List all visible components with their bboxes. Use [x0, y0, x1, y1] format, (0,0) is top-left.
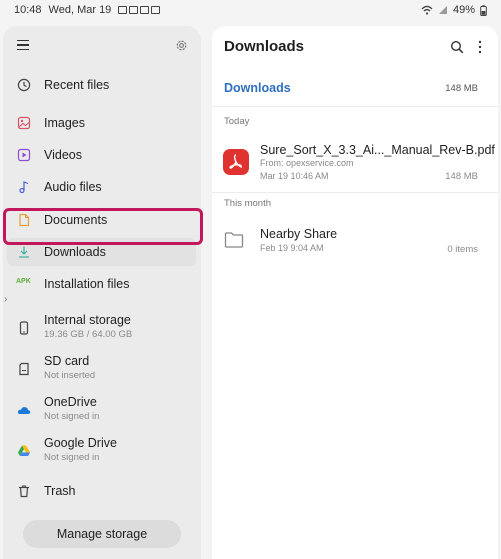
gear-icon[interactable]	[175, 39, 188, 52]
sidebar-item-videos[interactable]: Videos	[7, 141, 196, 169]
pdf-icon	[223, 149, 249, 175]
list-item-pdf[interactable]: Sure_Sort_X_3.3_Ai..._Manual_Rev-B.pdf F…	[212, 138, 498, 188]
folder-date: Feb 19 9:04 AM	[260, 243, 324, 253]
sidebar-item-label: Internal storage	[44, 313, 131, 327]
sidebar-item-label: Recent files	[44, 78, 110, 92]
battery-percent: 49%	[452, 4, 475, 16]
chevron-right-icon[interactable]: ›	[4, 294, 7, 305]
folder-icon	[224, 232, 244, 248]
divider	[212, 106, 498, 107]
sidebar-item-label: Installation files	[44, 277, 130, 291]
file-source: From: opexservice.com	[260, 158, 354, 168]
status-time: 10:48	[14, 4, 42, 16]
more-options-icon[interactable]	[478, 40, 482, 54]
music-note-icon	[19, 181, 29, 194]
list-item-folder[interactable]: Nearby Share Feb 19 9:04 AM 0 items	[212, 221, 498, 261]
sidebar-item-sd-card[interactable]: SD card Not inserted	[7, 352, 196, 388]
folder-name: Nearby Share	[260, 227, 338, 241]
download-icon	[19, 246, 29, 258]
sidebar-item-label: Trash	[44, 484, 76, 498]
sidebar-item-installation-files[interactable]: APK Installation files	[7, 270, 196, 298]
storage-usage: 19.36 GB / 64.00 GB	[44, 329, 133, 340]
sidebar: Recent files Images Videos Audio files D…	[3, 26, 201, 559]
notification-icons	[118, 6, 161, 14]
video-icon	[17, 148, 31, 162]
page-title: Downloads	[224, 38, 305, 55]
status-right: 49%	[421, 4, 487, 16]
apk-icon: APK	[16, 278, 31, 285]
status-bar: 10:48 Wed, Mar 19 49%	[0, 0, 501, 20]
sidebar-item-images[interactable]: Images	[7, 109, 196, 137]
folder-size: 148 MB	[445, 83, 478, 94]
status-date: Wed, Mar 19	[48, 4, 112, 16]
image-notification-icon	[151, 6, 161, 14]
notification-icon	[118, 6, 128, 14]
storage-status: Not inserted	[44, 370, 96, 381]
sidebar-item-recent-files[interactable]: Recent files	[7, 71, 196, 99]
sidebar-item-label: Audio files	[44, 180, 102, 194]
sidebar-item-trash[interactable]: Trash	[7, 477, 196, 505]
wifi-icon	[421, 5, 433, 15]
section-label-this-month: This month	[224, 198, 271, 209]
file-name: Sure_Sort_X_3.3_Ai..._Manual_Rev-B.pdf	[260, 143, 495, 157]
sidebar-item-audio-files[interactable]: Audio files	[7, 173, 196, 201]
main-pane: Downloads Downloads 148 MB Today Sure_So…	[212, 26, 498, 559]
status-left: 10:48 Wed, Mar 19	[14, 4, 161, 16]
storage-status: Not signed in	[44, 452, 100, 463]
folder-item-count: 0 items	[447, 244, 478, 255]
highlight-annotation	[3, 208, 203, 245]
sidebar-header	[3, 26, 201, 68]
onedrive-icon	[17, 407, 31, 414]
sidebar-item-label: Downloads	[44, 245, 106, 259]
sidebar-item-google-drive[interactable]: Google Drive Not signed in	[7, 434, 196, 470]
clock-icon	[17, 78, 31, 92]
sidebar-item-label: Google Drive	[44, 436, 117, 450]
google-drive-icon	[18, 445, 30, 456]
sidebar-item-label: SD card	[44, 354, 90, 368]
image-icon	[17, 116, 31, 130]
manage-storage-button[interactable]: Manage storage	[23, 520, 181, 548]
sidebar-item-label: Images	[44, 116, 85, 130]
battery-icon	[480, 4, 487, 16]
search-icon[interactable]	[450, 40, 464, 54]
section-label-today: Today	[224, 116, 250, 127]
trash-icon	[19, 485, 29, 498]
signal-icon	[438, 6, 447, 14]
storage-status: Not signed in	[44, 411, 100, 422]
sidebar-item-label: Videos	[44, 148, 82, 162]
sidebar-item-label: OneDrive	[44, 395, 97, 409]
breadcrumb[interactable]: Downloads	[224, 81, 291, 95]
phone-icon	[19, 321, 29, 335]
sidebar-item-internal-storage[interactable]: Internal storage 19.36 GB / 64.00 GB	[7, 311, 196, 347]
file-date: Mar 19 10:46 AM	[260, 171, 329, 181]
sd-card-icon	[19, 362, 29, 376]
divider	[212, 192, 498, 193]
notification-icon	[140, 6, 150, 14]
menu-icon[interactable]	[17, 40, 29, 50]
file-size: 148 MB	[445, 171, 478, 182]
sidebar-item-onedrive[interactable]: OneDrive Not signed in	[7, 393, 196, 429]
notification-icon	[129, 6, 139, 14]
